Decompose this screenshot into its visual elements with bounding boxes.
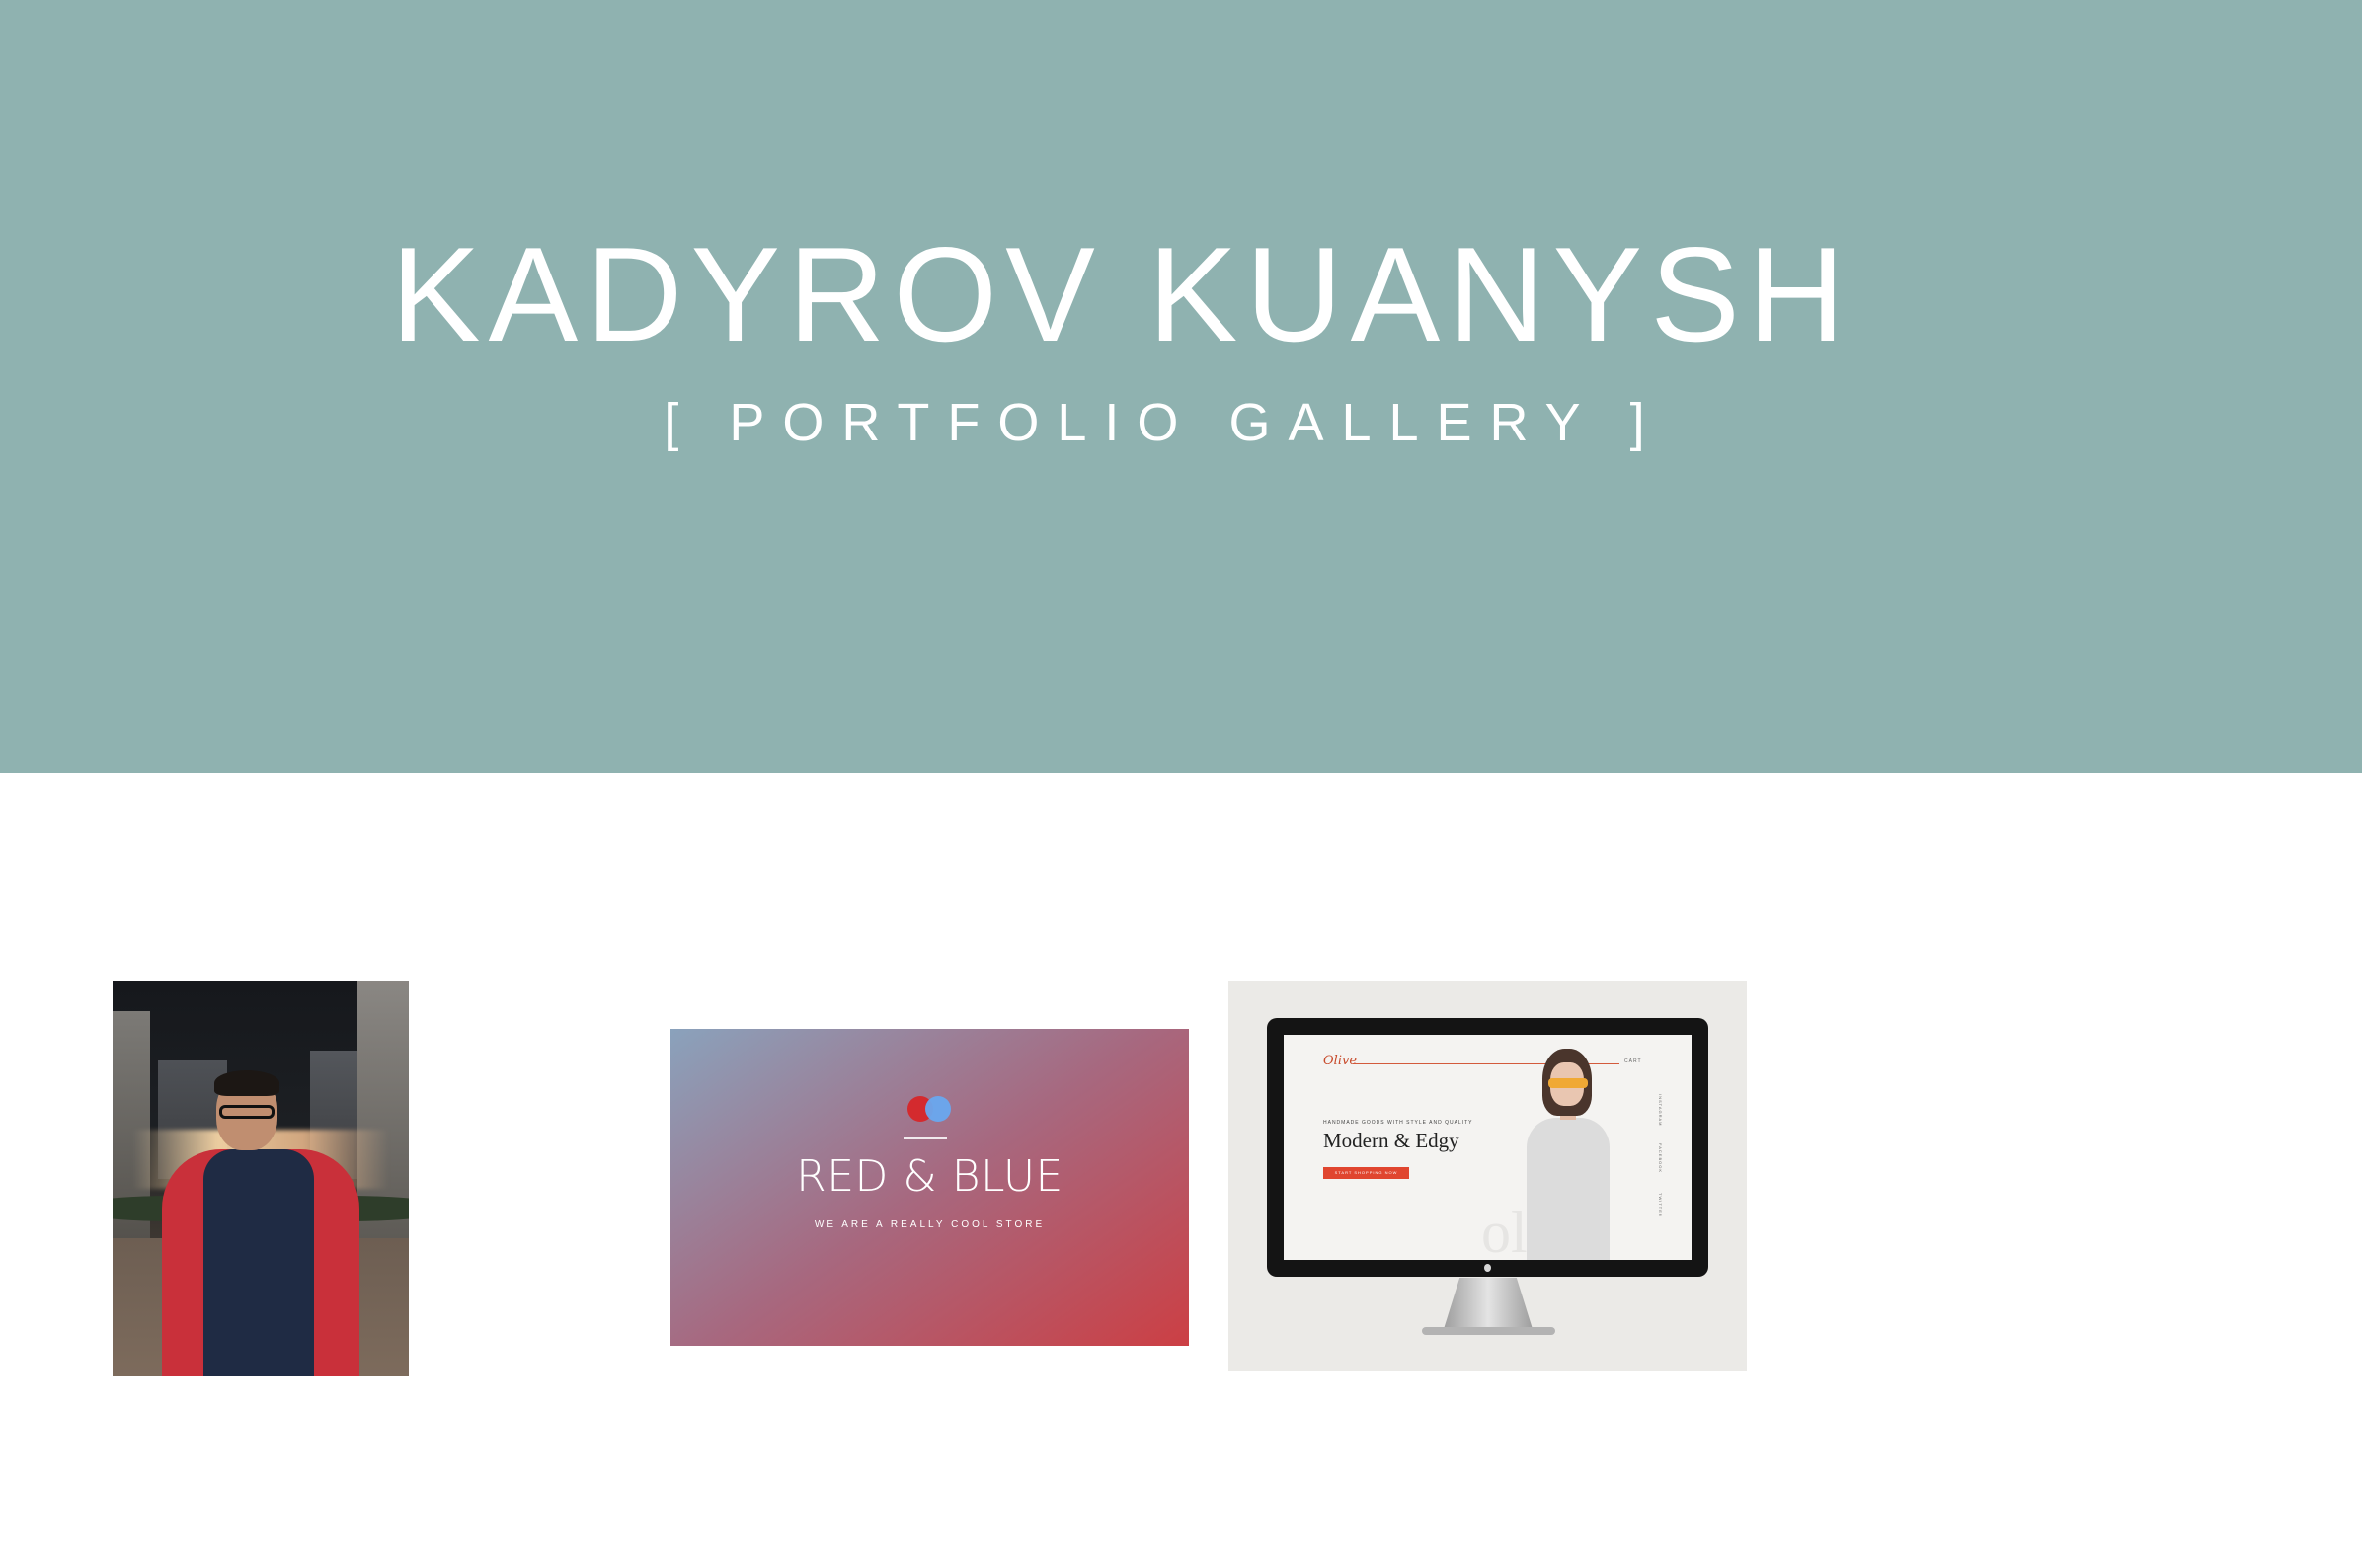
mockup-model-image <box>1521 1049 1614 1260</box>
mockup-side-nav-item: FACEBOOK <box>1658 1143 1663 1174</box>
mockup-cart-link: CART <box>1624 1058 1642 1064</box>
mockup-kicker: HANDMADE GOODS WITH STYLE AND QUALITY <box>1323 1120 1473 1126</box>
red-blue-logo-icon <box>904 1096 959 1124</box>
mockup-side-nav: INSTAGRAM FACEBOOK TWITTER <box>1658 1094 1675 1242</box>
gallery-item-red-blue[interactable]: RED & BLUE WE ARE A REALLY COOL STORE <box>670 1029 1189 1346</box>
monitor-stand <box>1444 1278 1533 1329</box>
page-title: KADYROV KUANYSH <box>390 219 1853 369</box>
page: KADYROV KUANYSH [ PORTFOLIO GALLERY ] RE… <box>0 0 2362 1568</box>
mockup-cta-button: START SHOPPING NOW <box>1323 1167 1409 1179</box>
red-blue-title: RED & BLUE <box>796 1151 1063 1202</box>
monitor-screen: olive Olive CART HANDMADE GOODS WITH STY… <box>1284 1035 1692 1260</box>
photo-person-jacket-center <box>203 1149 314 1376</box>
gallery-item-photo[interactable] <box>113 981 409 1376</box>
monitor-stand-base <box>1422 1327 1555 1335</box>
page-subtitle: [ PORTFOLIO GALLERY ] <box>664 393 1663 452</box>
hero-banner: KADYROV KUANYSH [ PORTFOLIO GALLERY ] <box>0 0 2362 773</box>
red-blue-tagline: WE ARE A REALLY COOL STORE <box>814 1219 1046 1230</box>
photo-person-glasses <box>219 1105 275 1119</box>
gallery-item-monitor-mockup[interactable]: olive Olive CART HANDMADE GOODS WITH STY… <box>1228 981 1747 1371</box>
photo-person-hair <box>214 1070 279 1096</box>
mockup-brand-logo: Olive <box>1323 1054 1358 1068</box>
blue-dot-icon <box>925 1096 951 1122</box>
mockup-side-nav-item: INSTAGRAM <box>1658 1094 1663 1127</box>
red-blue-divider <box>904 1137 947 1139</box>
mockup-side-nav-item: TWITTER <box>1658 1193 1663 1217</box>
model-shirt <box>1527 1118 1610 1260</box>
monitor-frame: olive Olive CART HANDMADE GOODS WITH STY… <box>1267 1018 1708 1277</box>
mockup-headline: Modern & Edgy <box>1323 1129 1459 1152</box>
model-sunglasses <box>1548 1078 1588 1088</box>
apple-logo-icon <box>1484 1264 1491 1272</box>
